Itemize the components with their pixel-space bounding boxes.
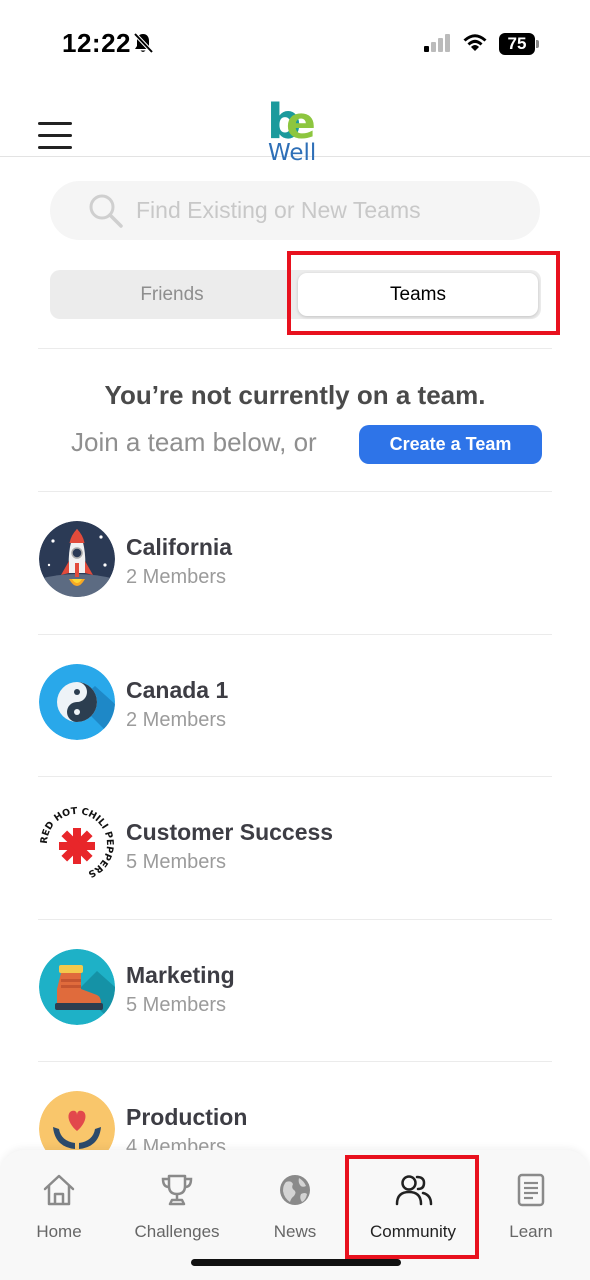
nav-label: News (273, 1222, 317, 1241)
battery-level: 75 (507, 34, 527, 53)
team-member-count: 2 Members (126, 709, 227, 731)
signal-icon (424, 34, 450, 52)
document-icon (517, 1173, 545, 1207)
team-name: Canada 1 (126, 677, 229, 703)
bell-muted-icon (133, 32, 154, 54)
nav-label: Learn (509, 1222, 553, 1241)
team-name: Customer Success (126, 819, 334, 845)
team-list-item[interactable]: RED HOT CHILI PEPPERS Customer Success 5… (0, 776, 590, 919)
team-name: Marketing (126, 962, 235, 988)
bewell-logo: b e Well (264, 98, 328, 166)
globe-icon (280, 1175, 310, 1205)
team-list-item[interactable]: Marketing 5 Members (0, 919, 590, 1062)
logo-well: Well (268, 140, 317, 166)
team-list-item[interactable]: Canada 1 2 Members (0, 634, 590, 777)
home-icon (43, 1174, 75, 1206)
team-member-count: 2 Members (126, 566, 227, 588)
trophy-icon (161, 1174, 193, 1206)
nav-learn[interactable]: Learn (472, 1150, 590, 1260)
create-team-button[interactable]: Create a Team (359, 425, 542, 464)
status-time: 12:22 (62, 28, 131, 58)
nav-challenges[interactable]: Challenges (118, 1150, 236, 1260)
wifi-icon (463, 34, 487, 51)
menu-icon[interactable] (38, 122, 72, 150)
nav-label: Challenges (134, 1222, 220, 1241)
nav-news[interactable]: News (236, 1150, 354, 1260)
nav-label: Home (36, 1222, 82, 1241)
battery-indicator: 75 (499, 33, 539, 55)
no-team-message: You’re not currently on a team. (104, 380, 486, 410)
search-input[interactable] (136, 181, 516, 240)
search-icon (89, 194, 123, 228)
nav-home[interactable]: Home (0, 1150, 118, 1260)
tab-friends[interactable]: Friends (50, 270, 294, 319)
team-name: California (126, 534, 233, 560)
team-name: Production (126, 1104, 248, 1130)
yin-yang-icon (39, 664, 115, 740)
home-indicator (191, 1259, 401, 1266)
team-list-item[interactable]: California 2 Members (0, 491, 590, 634)
community-tab-highlight (345, 1155, 479, 1259)
rocket-icon (39, 521, 115, 597)
join-team-text: Join a team below, or (71, 427, 317, 457)
team-member-count: 5 Members (126, 851, 227, 873)
app-header: b e Well (0, 90, 590, 166)
teams-tab-highlight (287, 251, 560, 335)
boot-icon (39, 949, 115, 1025)
team-member-count: 5 Members (126, 994, 227, 1016)
red-hot-chili-peppers-logo: RED HOT CHILI PEPPERS (39, 806, 115, 882)
search-bar[interactable] (50, 181, 540, 240)
status-bar: 12:22 75 (0, 0, 590, 90)
divider (38, 348, 552, 349)
